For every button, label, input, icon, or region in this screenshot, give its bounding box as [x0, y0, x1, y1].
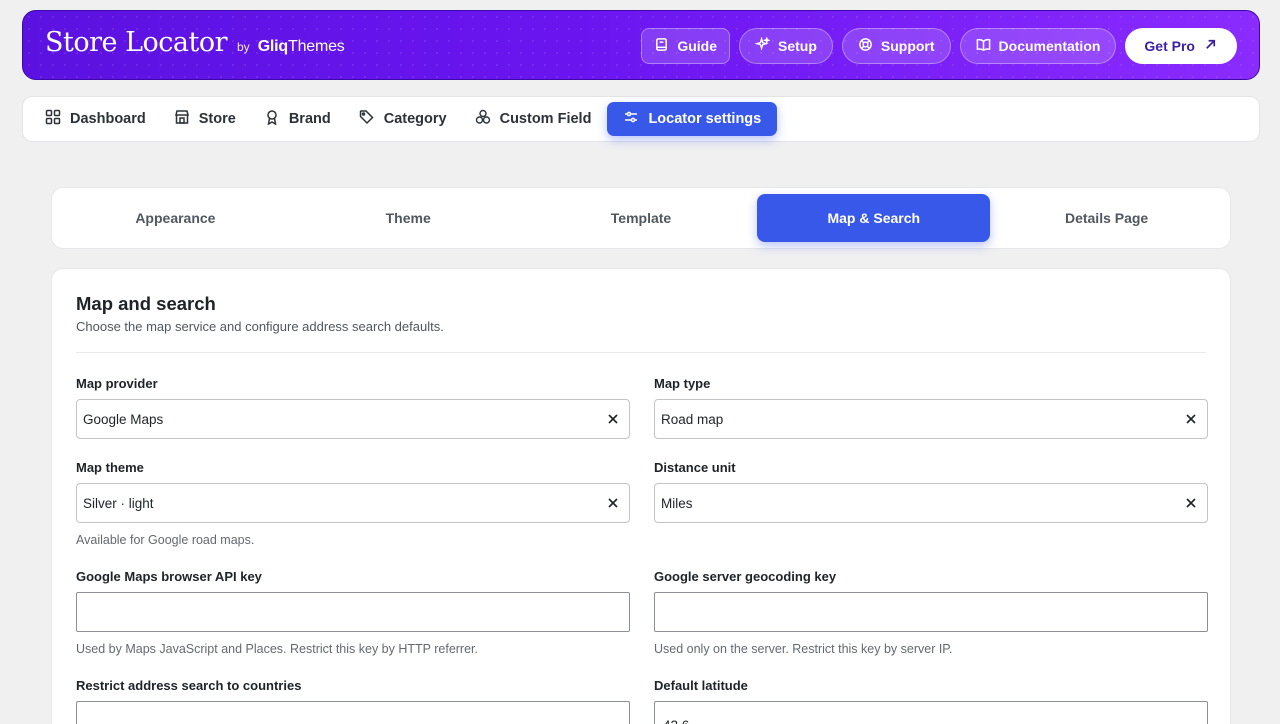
server-geocoding-key-label: Google server geocoding key	[654, 569, 837, 584]
map-provider-field: Map provider Google Maps	[76, 376, 630, 439]
restrict-countries-field: Restrict address search to countries	[76, 678, 630, 724]
distance-unit-value: Miles	[661, 495, 693, 511]
map-theme-select[interactable]: Silver · light	[76, 483, 630, 523]
guide-label: Guide	[677, 38, 717, 54]
lifebuoy-icon	[858, 37, 873, 55]
settings-tabs: Appearance Theme Template Map & Search D…	[51, 187, 1231, 249]
brand-by: by	[237, 40, 250, 54]
brand-logo: Store Locator by GliqThemes	[45, 27, 345, 58]
nav-item-locator-settings[interactable]: Locator settings	[607, 102, 778, 136]
distance-unit-select[interactable]: Miles	[654, 483, 1208, 523]
server-geocoding-key-field: Google server geocoding key Used only on…	[654, 569, 1208, 656]
brand-name: Store Locator	[45, 27, 228, 58]
map-search-card: Map and search Choose the map service an…	[51, 268, 1231, 724]
map-type-value: Road map	[661, 411, 724, 427]
nav-item-store[interactable]: Store	[162, 102, 248, 136]
open-book-icon	[976, 37, 991, 55]
nav-item-label: Category	[383, 111, 447, 127]
tab-theme[interactable]: Theme	[292, 194, 525, 242]
support-button[interactable]: Support	[841, 28, 951, 64]
nav-item-label: Dashboard	[70, 111, 146, 127]
nav-item-label: Locator settings	[648, 111, 762, 127]
clear-icon[interactable]	[607, 497, 619, 509]
tab-details-page[interactable]: Details Page	[990, 194, 1223, 242]
nav-item-label: Custom Field	[499, 111, 592, 127]
arrow-up-right-icon	[1203, 37, 1218, 55]
guide-button[interactable]: Guide	[641, 28, 730, 64]
get-pro-label: Get Pro	[1144, 38, 1195, 54]
browser-api-key-label: Google Maps browser API key	[76, 569, 262, 584]
tab-template[interactable]: Template	[525, 194, 758, 242]
grid-icon	[45, 109, 61, 129]
sparkles-icon	[754, 36, 771, 55]
server-geocoding-key-help: Used only on the server. Restrict this k…	[654, 642, 953, 656]
get-pro-button[interactable]: Get Pro	[1125, 28, 1237, 64]
tab-map-search[interactable]: Map & Search	[757, 194, 991, 242]
map-provider-select[interactable]: Google Maps	[76, 399, 630, 439]
nav-item-dashboard[interactable]: Dashboard	[33, 102, 158, 136]
clear-icon[interactable]	[607, 413, 619, 425]
distance-unit-field: Distance unit Miles	[654, 460, 1208, 523]
main-nav: Dashboard Store Brand Category Custom Fi…	[22, 96, 1260, 142]
default-latitude-label: Default latitude	[654, 678, 748, 693]
support-label: Support	[880, 38, 935, 54]
setup-label: Setup	[777, 38, 817, 54]
server-geocoding-key-input[interactable]	[654, 592, 1208, 632]
section-divider	[76, 352, 1206, 353]
nav-item-brand[interactable]: Brand	[252, 102, 343, 136]
map-type-label: Map type	[654, 376, 711, 391]
clear-icon[interactable]	[1185, 413, 1197, 425]
award-icon	[264, 109, 280, 129]
restrict-countries-label: Restrict address search to countries	[76, 678, 302, 693]
map-theme-label: Map theme	[76, 460, 144, 475]
tags-icon	[359, 109, 375, 129]
default-latitude-input[interactable]	[654, 701, 1208, 724]
map-provider-label: Map provider	[76, 376, 158, 391]
brand-company: GliqThemes	[258, 38, 345, 56]
brand-company-rest: Themes	[288, 38, 345, 55]
store-icon	[174, 109, 190, 129]
sliders-icon	[623, 109, 639, 129]
map-theme-help: Available for Google road maps.	[76, 533, 255, 547]
restrict-countries-input[interactable]	[76, 701, 630, 724]
browser-api-key-input[interactable]	[76, 592, 630, 632]
nav-item-label: Store	[198, 111, 236, 127]
map-provider-value: Google Maps	[83, 411, 164, 427]
nav-item-custom-field[interactable]: Custom Field	[463, 102, 604, 136]
header-banner: Store Locator by GliqThemes Guide Setup …	[22, 10, 1260, 80]
map-type-field: Map type Road map	[654, 376, 1208, 439]
section-title: Map and search	[76, 293, 216, 314]
nav-item-label: Brand	[288, 111, 331, 127]
map-theme-field: Map theme Silver · light Available for G…	[76, 460, 630, 547]
map-theme-value: Silver · light	[83, 495, 154, 511]
map-type-select[interactable]: Road map	[654, 399, 1208, 439]
browser-api-key-help: Used by Maps JavaScript and Places. Rest…	[76, 642, 478, 656]
distance-unit-label: Distance unit	[654, 460, 736, 475]
brand-company-bold: Gliq	[257, 38, 289, 55]
section-subtitle: Choose the map service and configure add…	[76, 319, 444, 334]
tab-appearance[interactable]: Appearance	[59, 194, 292, 242]
clear-icon[interactable]	[1185, 497, 1197, 509]
default-latitude-field: Default latitude	[654, 678, 1208, 724]
documentation-label: Documentation	[998, 38, 1101, 54]
header-buttons: Guide Setup Support Documentation Get Pr…	[641, 28, 1237, 64]
setup-button[interactable]: Setup	[738, 28, 833, 64]
documentation-button[interactable]: Documentation	[959, 28, 1117, 64]
browser-api-key-field: Google Maps browser API key Used by Maps…	[76, 569, 630, 656]
book-icon	[654, 37, 669, 55]
cubes-icon	[475, 109, 491, 129]
nav-item-category[interactable]: Category	[347, 102, 459, 136]
